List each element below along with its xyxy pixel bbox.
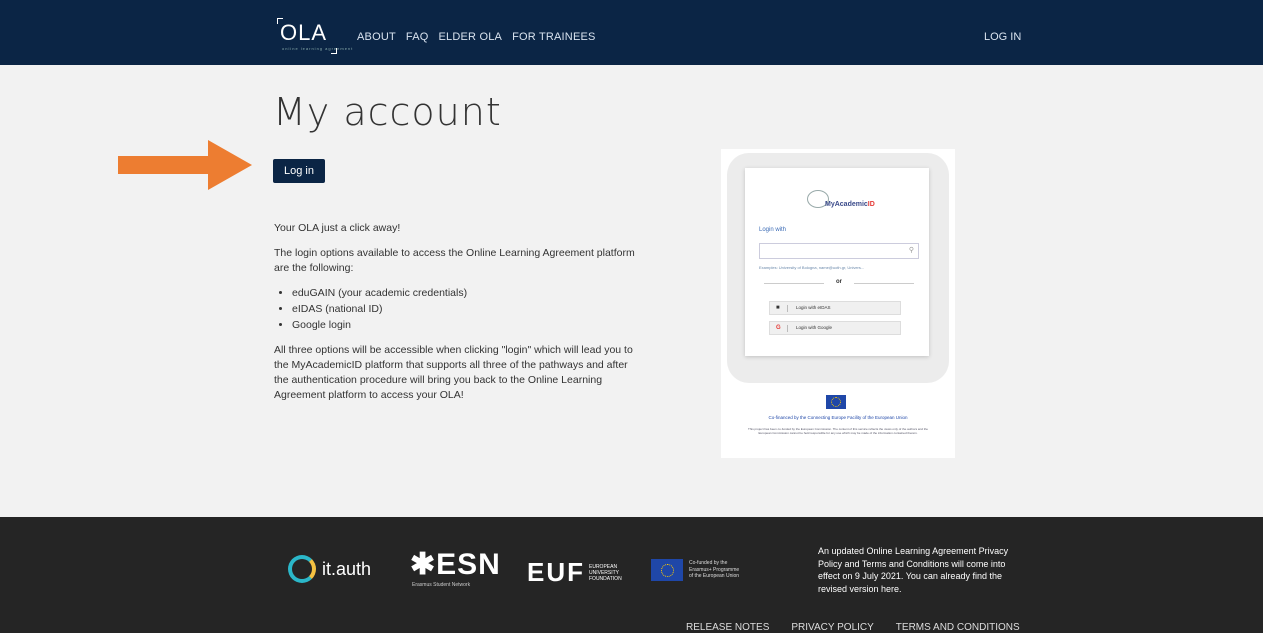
terms-link[interactable]: TERMS AND CONDITIONS — [896, 622, 1020, 633]
options-intro: The login options available to access th… — [274, 247, 635, 274]
logo-bracket-icon — [277, 18, 283, 24]
release-notes-link[interactable]: RELEASE NOTES — [686, 622, 769, 633]
preview-search-field: ⚲ — [759, 243, 919, 259]
top-navbar: OLA online learning agreement ABOUT FAQ … — [0, 0, 1263, 65]
login-button[interactable]: Log in — [273, 159, 325, 183]
nav-elder-ola[interactable]: ELDER OLA — [439, 31, 503, 43]
search-icon: ⚲ — [908, 247, 914, 254]
esn-subtitle: Erasmus Student Network — [412, 582, 471, 588]
erasmus-logo[interactable]: Co-funded by the Erasmus+ Programme of t… — [651, 559, 739, 581]
privacy-notice[interactable]: An updated Online Learning Agreement Pri… — [818, 545, 1020, 595]
intro-text: Your OLA just a click away! — [274, 222, 401, 234]
logo-tagline: online learning agreement — [282, 46, 354, 51]
lock-icon: ■ — [776, 305, 780, 311]
privacy-policy-link[interactable]: PRIVACY POLICY — [791, 622, 873, 633]
footer-links: RELEASE NOTES PRIVACY POLICY TERMS AND C… — [686, 622, 1020, 633]
cofinanced-text: Co-financed by the Connecting Europe Fac… — [768, 415, 908, 420]
euf-logo[interactable]: EUF EUROPEAN UNIVERSITY FOUNDATION — [527, 557, 622, 588]
google-icon: G — [776, 325, 781, 331]
login-info: Your OLA just a click away! The login op… — [274, 221, 644, 413]
footer: it.auth ✱ESN Erasmus Student Network EUF… — [0, 517, 1263, 633]
separator — [787, 325, 788, 332]
nav-faq[interactable]: FAQ — [406, 31, 429, 43]
disclaimer-text: This project has been co-funded by the E… — [748, 427, 928, 435]
preview-google-option: G Login with Google — [769, 321, 901, 335]
esn-logo[interactable]: ✱ESN Erasmus Student Network — [410, 547, 501, 588]
preview-login-card: MyAcademicID Login with ⚲ Examples: Univ… — [745, 168, 929, 356]
ola-logo[interactable]: OLA online learning agreement — [277, 18, 352, 54]
separator — [787, 305, 788, 312]
list-item: eduGAIN (your academic credentials) — [292, 286, 644, 301]
asterisk-icon: ✱ — [410, 548, 437, 581]
closing-text: All three options will be accessible whe… — [274, 344, 633, 401]
logo-text: OLA — [280, 20, 328, 45]
list-item: eIDAS (national ID) — [292, 302, 644, 317]
login-with-label: Login with — [759, 227, 787, 233]
ithauth-logo[interactable]: it.auth — [288, 555, 371, 583]
main-nav: ABOUT FAQ ELDER OLA FOR TRAINEES — [357, 31, 596, 43]
myacademicid-brand: MyAcademicID — [825, 201, 875, 208]
ithauth-ring-icon — [288, 555, 316, 583]
myacademicid-preview-image: MyAcademicID Login with ⚲ Examples: Univ… — [721, 149, 955, 458]
orange-arrow-icon — [118, 140, 252, 190]
list-item: Google login — [292, 318, 644, 333]
nav-login-link[interactable]: LOG IN — [984, 31, 1021, 43]
page-title: My account — [273, 90, 502, 134]
preview-eidas-option: ■ Login with eIDAS — [769, 301, 901, 315]
euf-subtitle: EUROPEAN UNIVERSITY FOUNDATION — [589, 563, 622, 582]
login-options-list: eduGAIN (your academic credentials) eIDA… — [292, 286, 644, 333]
eu-flag-icon — [826, 395, 846, 409]
nav-for-trainees[interactable]: FOR TRAINEES — [512, 31, 596, 43]
or-divider: or — [759, 279, 919, 285]
nav-about[interactable]: ABOUT — [357, 31, 396, 43]
preview-example-text: Examples: University of Bologna, name@uo… — [759, 265, 865, 270]
eu-flag-icon — [651, 559, 683, 581]
